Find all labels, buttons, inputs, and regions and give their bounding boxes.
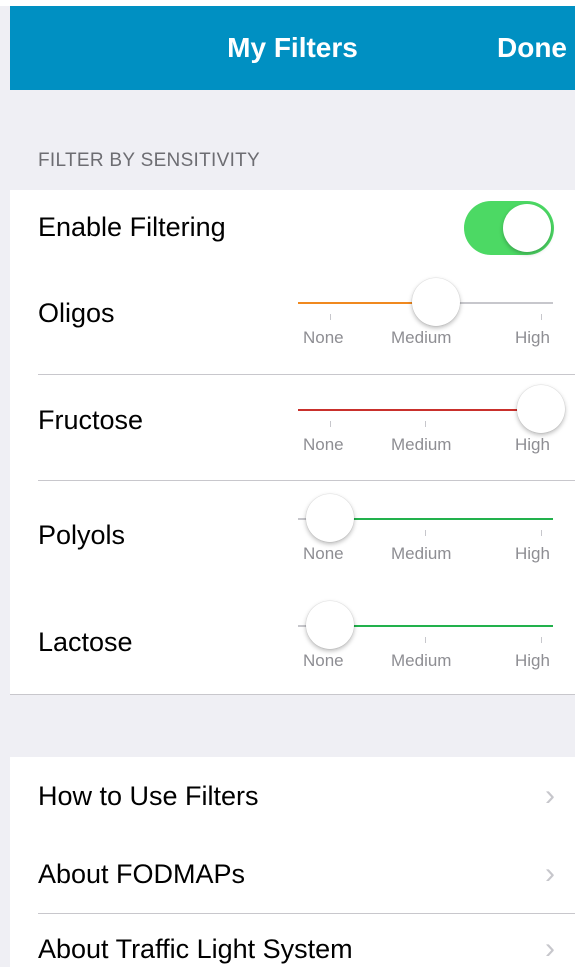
link-about-fodmaps[interactable]: About FODMAPs › (10, 835, 575, 913)
slider-label: Lactose (38, 627, 133, 657)
slider-tick (541, 637, 542, 643)
toggle-knob (503, 204, 551, 252)
slider-row-polyols: Polyols None Medium High (10, 490, 575, 588)
row-divider (38, 480, 575, 481)
tick-label-none: None (303, 328, 344, 347)
chevron-right-icon: › (545, 857, 555, 890)
slider-knob[interactable] (411, 278, 460, 326)
link-label: How to Use Filters (38, 781, 259, 811)
slider-row-oligos: Oligos None Medium High (10, 276, 575, 374)
sensitivity-slider[interactable]: None Medium High (298, 276, 553, 366)
link-about-traffic-light-system[interactable]: About Traffic Light System › (10, 914, 575, 967)
tick-label-medium: Medium (391, 544, 452, 563)
chevron-right-icon: › (545, 932, 555, 965)
enable-filtering-label: Enable Filtering (38, 212, 226, 242)
slider-label: Oligos (38, 298, 115, 328)
slider-label: Fructose (38, 405, 144, 435)
slider-fill (298, 409, 541, 411)
link-label: About FODMAPs (38, 859, 246, 889)
page-title: My Filters (227, 32, 358, 63)
tick-label-none: None (303, 544, 344, 563)
enable-filtering-toggle[interactable] (464, 201, 554, 255)
group-bottom-border (10, 694, 575, 695)
slider-knob[interactable] (306, 494, 354, 542)
slider-tick (541, 530, 542, 536)
enable-filtering-row: Enable Filtering (10, 190, 575, 267)
slider-fill (330, 625, 553, 627)
slider-knob[interactable] (306, 601, 354, 649)
navigation-bar: My Filters Done (10, 6, 575, 90)
info-links-group: How to Use Filters › About FODMAPs › Abo… (10, 757, 575, 967)
sensitivity-slider[interactable]: None Medium High (298, 599, 553, 689)
slider-tick (425, 530, 426, 536)
tick-label-none: None (303, 435, 344, 454)
slider-tick (330, 314, 331, 320)
slider-knob[interactable] (517, 385, 565, 433)
tick-label-high: High (515, 651, 550, 670)
section-header-sensitivity: FILTER BY SENSITIVITY (38, 150, 261, 171)
slider-tick (425, 421, 426, 427)
slider-fill (330, 518, 553, 520)
link-label: About Traffic Light System (38, 934, 353, 964)
row-divider (38, 374, 575, 375)
sensitivity-slider[interactable]: None Medium High (298, 383, 565, 473)
slider-row-fructose: Fructose None Medium High (10, 383, 575, 481)
tick-label-none: None (303, 651, 344, 670)
tick-label-medium: Medium (391, 651, 452, 670)
tick-label-high: High (515, 435, 550, 454)
tick-label-high: High (515, 544, 550, 563)
tick-label-medium: Medium (391, 435, 452, 454)
filters-screen: My Filters Done FILTER BY SENSITIVITY En… (0, 0, 575, 967)
done-button[interactable]: Done (497, 6, 567, 90)
slider-tick (425, 637, 426, 643)
chevron-right-icon: › (545, 779, 555, 812)
slider-tick (330, 421, 331, 427)
tick-label-medium: Medium (391, 328, 452, 347)
slider-tick (541, 314, 542, 320)
slider-label: Polyols (38, 520, 126, 550)
sensitivity-group: Enable Filtering Oligos None Medium High (10, 190, 575, 695)
tick-label-high: High (515, 328, 550, 347)
link-how-to-use-filters[interactable]: How to Use Filters › (10, 757, 575, 835)
slider-row-lactose: Lactose None Medium High (10, 597, 575, 695)
sensitivity-slider[interactable]: None Medium High (298, 492, 553, 582)
